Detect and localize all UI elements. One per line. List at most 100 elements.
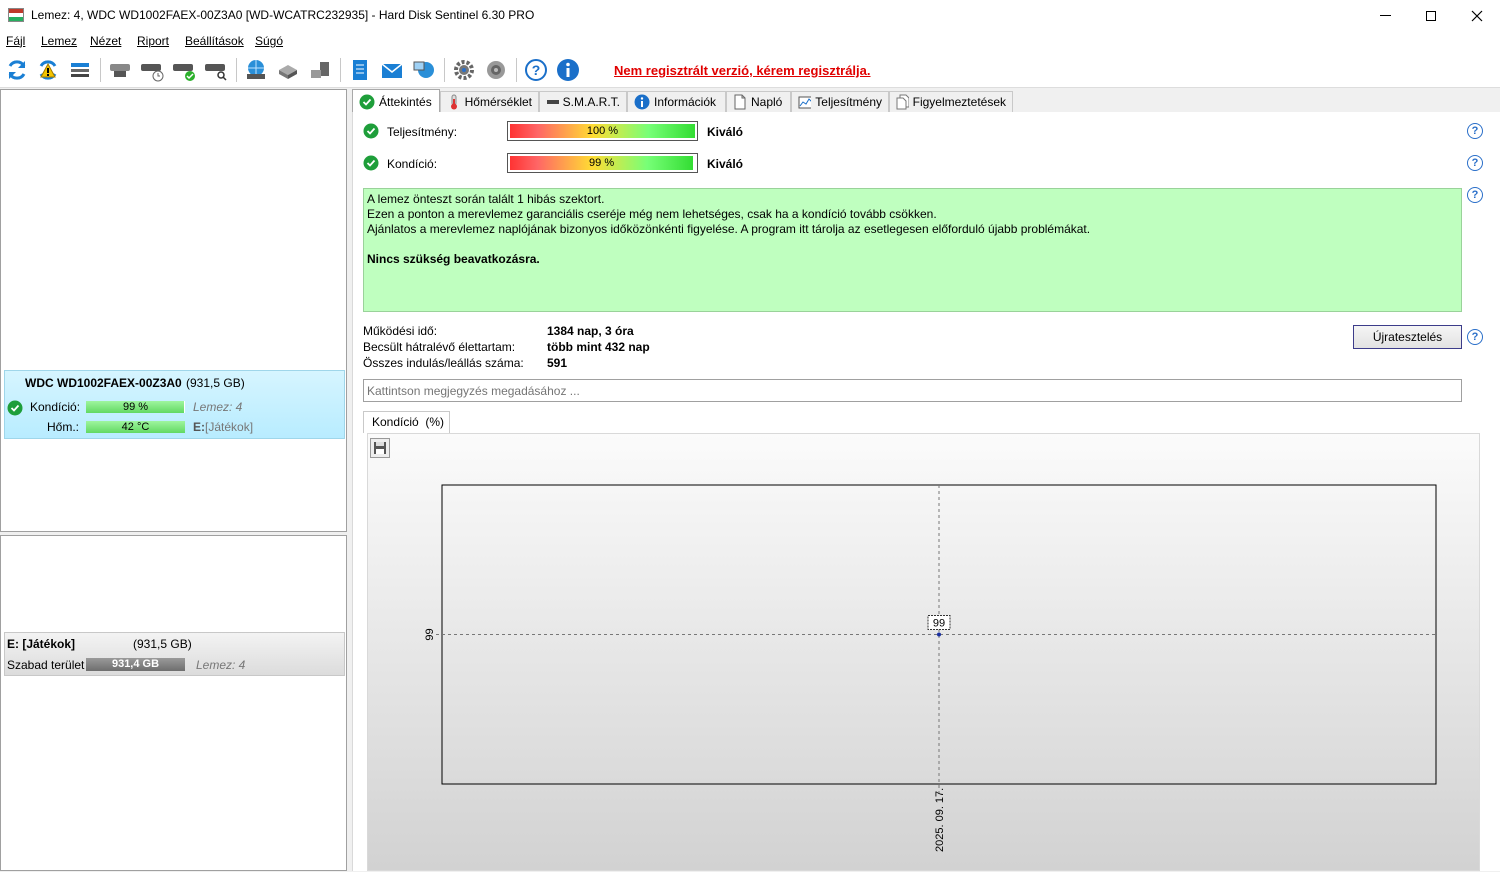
svg-text:?: ?	[532, 62, 541, 78]
volume-list-panel: E: [Játékok] (931,5 GB) Szabad terület 9…	[0, 535, 347, 871]
disk-ok-button[interactable]	[170, 56, 198, 84]
menu-help[interactable]: Súgó	[255, 34, 283, 48]
toolbar-separator	[236, 58, 237, 82]
refresh-icon	[8, 60, 26, 80]
maximize-icon	[1426, 10, 1436, 21]
globe-drive-icon	[247, 60, 265, 79]
volume-disk-index: Lemez: 4	[196, 658, 246, 672]
help-icon: ?	[1471, 189, 1479, 201]
menu-view[interactable]: Nézet	[90, 34, 121, 48]
disk-temp-track: 42 °C	[86, 421, 185, 433]
disk-volume-letter: E:	[193, 420, 205, 434]
documents-icon	[896, 94, 909, 110]
uptime-value: 1384 nap, 3 óra	[547, 324, 634, 338]
hard-drive-icon	[110, 64, 130, 77]
health-bar: 99 %	[507, 153, 698, 173]
check-icon	[363, 155, 379, 171]
external-drive-icon	[311, 62, 329, 78]
maximize-button[interactable]	[1408, 0, 1454, 31]
message-line: Ezen a ponton a merevlemez garanciális c…	[367, 207, 937, 221]
message-summary: Nincs szükség beavatkozásra.	[367, 252, 540, 266]
menu-disk[interactable]: Lemez	[41, 34, 77, 48]
hard-drive-search-icon	[205, 64, 227, 81]
toolbar: ? Nem regisztrált verzió, kérem regisztr…	[0, 52, 1500, 88]
tab-health-chart[interactable]: Kondíció (%)	[363, 411, 450, 433]
window-title: Lemez: 4, WDC WD1002FAEX-00Z3A0 [WD-WCAT…	[31, 8, 535, 22]
health-label: Kondíció:	[387, 157, 438, 171]
health-value: 99 %	[589, 157, 615, 169]
remaining-life-value: több mint 432 nap	[547, 340, 650, 354]
message-line: A lemez önteszt során talált 1 hibás sze…	[367, 192, 605, 206]
y-tick-label: 99	[424, 628, 436, 640]
settings-button[interactable]	[450, 56, 478, 84]
disk-button[interactable]	[106, 56, 134, 84]
disk-list-button[interactable]	[66, 56, 94, 84]
menu-report[interactable]: Riport	[137, 34, 169, 48]
minimize-icon	[1379, 15, 1391, 16]
drive-bar-icon	[547, 100, 559, 104]
retest-help-button[interactable]: ?	[1467, 329, 1483, 345]
tab-label: Figyelmeztetések	[912, 95, 1006, 109]
unregistered-link[interactable]: Nem regisztrált verzió, kérem regisztrál…	[614, 63, 871, 78]
disk-temp-label: Hőm.:	[47, 420, 80, 434]
tab-bar: Áttekintés Hőmérséklet S.M.A.R.T. Inform…	[352, 89, 1500, 113]
network-disk-button[interactable]	[242, 56, 270, 84]
external-drive-button[interactable]	[306, 56, 334, 84]
tab-information[interactable]: Információk	[627, 91, 726, 112]
uptime-label: Működési idő:	[363, 324, 438, 338]
toolbar-separator	[444, 58, 445, 82]
tab-performance[interactable]: Teljesítmény	[791, 91, 889, 112]
tab-log[interactable]: Napló	[726, 91, 791, 112]
disk-card[interactable]: WDC WD1002FAEX-00Z3A0 (931,5 GB) Kondíci…	[4, 370, 345, 439]
minimize-button[interactable]	[1362, 0, 1408, 31]
volume-card[interactable]: E: [Játékok] (931,5 GB) Szabad terület 9…	[4, 632, 345, 676]
toolbar-separator	[340, 58, 341, 82]
network-report-button[interactable]	[410, 56, 438, 84]
check-icon	[7, 400, 23, 416]
email-icon	[381, 63, 403, 78]
tab-label: Teljesítmény	[815, 95, 882, 109]
disk-search-button[interactable]	[202, 56, 230, 84]
disk-schedule-button[interactable]	[138, 56, 166, 84]
note-input[interactable]	[363, 379, 1462, 402]
tab-temperature[interactable]: Hőmérséklet	[440, 91, 539, 112]
overview-panel: Teljesítmény: 100 % Kiváló ? Kondíció: 9…	[352, 112, 1500, 871]
help-button[interactable]: ?	[522, 56, 550, 84]
tab-alerts[interactable]: Figyelmeztetések	[889, 91, 1013, 112]
usb-drive-icon	[279, 65, 297, 79]
health-help-button[interactable]: ?	[1467, 155, 1483, 171]
performance-help-button[interactable]: ?	[1467, 123, 1483, 139]
health-rating: Kiváló	[707, 157, 744, 171]
network-globe-icon	[413, 61, 434, 78]
sound-button[interactable]	[482, 56, 510, 84]
email-button[interactable]	[378, 56, 406, 84]
hard-drive-clock-icon	[141, 64, 164, 82]
usb-drive-button[interactable]	[274, 56, 302, 84]
volume-free-value: 931,4 GB	[111, 658, 160, 670]
gear-icon	[454, 60, 474, 80]
report-button[interactable]	[346, 56, 374, 84]
x-tick-label: 2025. 09. 17.	[934, 788, 946, 852]
about-button[interactable]	[554, 56, 582, 84]
disk-size: (931,5 GB)	[186, 376, 245, 390]
close-button[interactable]	[1454, 0, 1500, 31]
performance-bar: 100 %	[507, 121, 698, 141]
menu-settings[interactable]: Beállítások	[185, 34, 244, 48]
disk-name: WDC WD1002FAEX-00Z3A0	[25, 376, 182, 390]
message-help-button[interactable]: ?	[1467, 187, 1483, 203]
help-icon: ?	[525, 59, 547, 81]
menu-file[interactable]: Fájl	[6, 34, 25, 48]
performance-rating: Kiváló	[707, 125, 744, 139]
tab-smart[interactable]: S.M.A.R.T.	[539, 91, 627, 112]
thermometer-icon	[451, 94, 457, 110]
tab-overview[interactable]: Áttekintés	[352, 89, 440, 113]
retest-button[interactable]: Újratesztelés	[1353, 325, 1462, 349]
start-stop-label: Összes indulás/leállás száma:	[363, 356, 524, 370]
tab-label: S.M.A.R.T.	[562, 95, 620, 109]
disk-health-track: 99 %	[86, 401, 185, 413]
speaker-icon	[487, 61, 505, 79]
refresh-warning-button[interactable]	[34, 56, 62, 84]
toolbar-separator	[100, 58, 101, 82]
chart-tab-label: Kondíció (%)	[372, 415, 445, 429]
refresh-button[interactable]	[3, 56, 31, 84]
